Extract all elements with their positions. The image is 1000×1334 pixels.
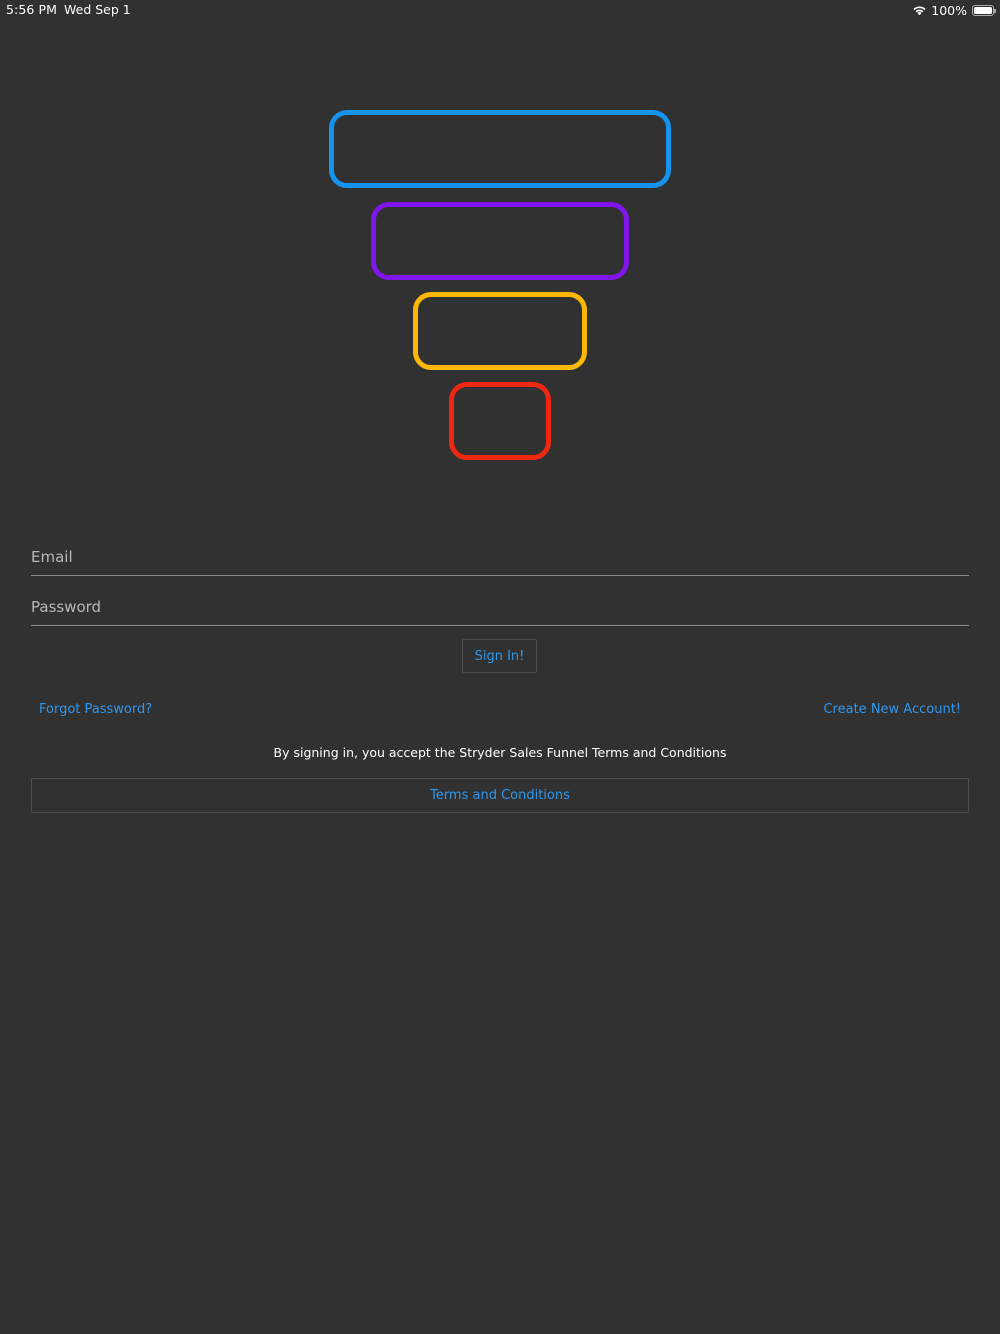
email-field[interactable] xyxy=(31,535,969,575)
login-screen: 5:56 PM Wed Sep 1 100% Sign In! Forgot P… xyxy=(0,0,1000,1334)
terms-note: By signing in, you accept the Stryder Sa… xyxy=(273,745,727,760)
funnel-tier-second xyxy=(371,202,629,280)
funnel-tier-bottom xyxy=(449,382,551,460)
password-field[interactable] xyxy=(31,585,969,625)
create-account-link[interactable]: Create New Account! xyxy=(823,702,961,717)
funnel-tier-third xyxy=(413,292,587,370)
forgot-password-link[interactable]: Forgot Password? xyxy=(39,702,152,717)
email-field-container xyxy=(31,535,969,576)
sign-in-button[interactable]: Sign In! xyxy=(462,639,537,673)
funnel-tier-top xyxy=(329,110,671,188)
funnel-logo xyxy=(0,0,1000,480)
password-field-container xyxy=(31,585,969,626)
terms-and-conditions-button[interactable]: Terms and Conditions xyxy=(31,778,969,813)
